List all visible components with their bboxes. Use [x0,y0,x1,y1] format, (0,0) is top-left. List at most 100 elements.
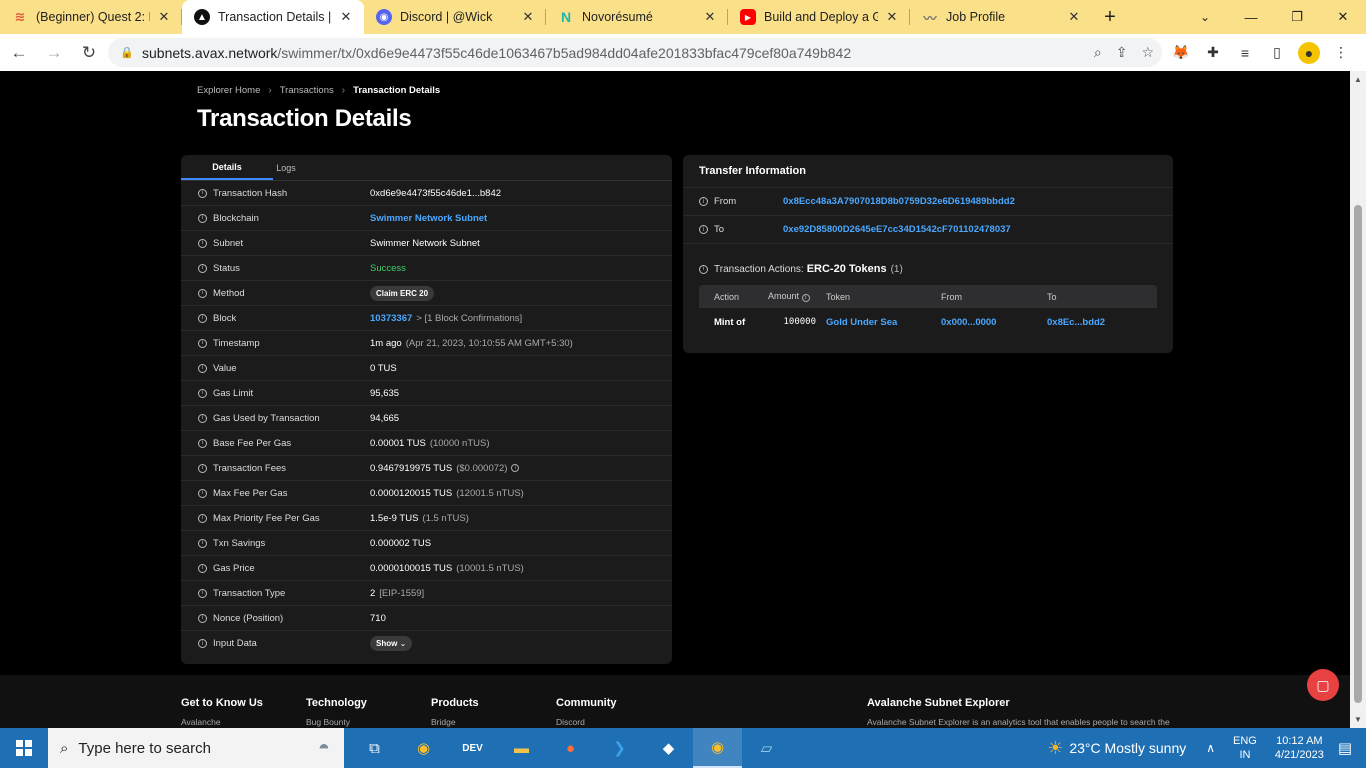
info-icon[interactable]: i [801,294,810,302]
dev-icon[interactable]: DEV [448,728,497,768]
window-close-icon[interactable]: ✕ [1320,0,1366,34]
info-icon[interactable]: i [198,188,207,198]
file-explorer-icon[interactable]: ▬ [497,728,546,768]
maximize-icon[interactable]: ❐ [1274,0,1320,34]
info-icon[interactable]: i [198,213,207,223]
info-icon[interactable]: i [198,588,207,598]
chrome-profile-icon[interactable]: ◉ [693,728,742,768]
token-link[interactable]: Gold Under Sea [826,317,941,328]
address-bar[interactable]: 🔒 subnets.avax.network/swimmer/tx/0xd6e9… [108,38,1162,67]
chat-support-button[interactable]: ▢ [1307,669,1339,701]
to-link[interactable]: 0x8Ec...bdd2 [1047,317,1147,328]
page-scrollbar[interactable]: ▲ ▼ [1350,71,1366,728]
notes-app-icon[interactable]: ▱ [742,728,791,768]
metamask-icon[interactable]: 🦊 [1170,42,1192,64]
bookmark-star-icon[interactable]: ☆ [1141,44,1154,61]
breadcrumb: Explorer Home › Transactions › Transacti… [197,85,440,96]
row-blockchain: i Blockchain Swimmer Network Subnet [181,206,672,231]
close-icon[interactable]: ✕ [1066,9,1082,25]
field-label: Gas Price [213,562,255,574]
tab-transaction-details[interactable]: ▲ Transaction Details | A ✕ [182,0,364,34]
field-label: Blockchain [213,212,259,224]
info-icon[interactable]: i [198,488,207,498]
info-icon[interactable]: i [198,563,207,573]
info-icon[interactable]: i [699,264,708,274]
postman-icon[interactable]: ● [546,728,595,768]
tab-novoresume[interactable]: N Novorésumé ✕ [546,0,728,34]
info-icon[interactable]: i [198,363,207,373]
profile-avatar[interactable]: ● [1298,41,1320,64]
taskbar-search-input[interactable]: ⌕ Type here to search ◓ [48,728,344,768]
tab-youtube[interactable]: ▶ Build and Deploy a Go ✕ [728,0,910,34]
minimize-icon[interactable]: — [1228,0,1274,34]
row-max-fee: i Max Fee Per Gas 0.0000120015 TUS (12001.… [181,481,672,506]
menu-kebab-icon[interactable]: ⋮ [1330,42,1352,64]
footer-link[interactable]: Bug Bounty [306,717,367,727]
close-icon[interactable]: ✕ [156,9,172,25]
show-input-button[interactable]: Show ⌄ [370,636,413,651]
reload-icon[interactable]: ↻ [73,37,105,69]
info-icon[interactable]: i [198,513,207,523]
windows-start-icon[interactable] [0,728,48,768]
info-icon[interactable]: i [198,313,207,323]
close-icon[interactable]: ✕ [702,9,718,25]
tab-search-icon[interactable]: ⌄ [1188,0,1222,34]
info-icon[interactable]: i [511,464,520,472]
scroll-up-icon[interactable]: ▲ [1354,75,1362,84]
media-queue-icon[interactable]: ≡ [1234,42,1256,64]
from-address-link[interactable]: 0x8Ecc48a3A7907018D8b0759D32e6D619489bbd… [783,196,1015,207]
breadcrumb-transactions[interactable]: Transactions [280,85,334,96]
info-icon[interactable]: i [198,238,207,248]
chevron-down-icon: ⌄ [399,639,407,648]
close-icon[interactable]: ✕ [884,9,900,25]
info-icon[interactable]: i [198,338,207,348]
lock-icon[interactable]: 🔒 [120,46,134,59]
footer-link[interactable]: Discord [556,717,617,727]
extensions-puzzle-icon[interactable]: ✚ [1202,42,1224,64]
info-icon[interactable]: i [198,263,207,273]
info-icon[interactable]: i [699,197,708,206]
tab-job-profile[interactable]: 〰 Job Profile ✕ [910,0,1092,34]
info-icon[interactable]: i [198,639,207,648]
footer-link[interactable]: Avalanche [181,717,263,727]
close-icon[interactable]: ✕ [520,9,536,25]
clock[interactable]: 10:12 AM 4/21/2023 [1275,734,1324,762]
tab-quest[interactable]: ≋ (Beginner) Quest 2: Int ✕ [0,0,182,34]
info-icon[interactable]: i [198,288,207,298]
info-icon[interactable]: i [198,613,207,623]
footer-link[interactable]: Bridge [431,717,479,727]
side-panel-icon[interactable]: ▯ [1266,42,1288,64]
tab-logs[interactable]: Logs [273,155,299,180]
scroll-down-icon[interactable]: ▼ [1354,715,1362,724]
info-icon[interactable]: i [699,225,708,234]
chevron-up-icon[interactable]: ∧ [1206,741,1215,755]
info-icon[interactable]: i [198,388,207,398]
to-address-link[interactable]: 0xe92D85800D2645eE7cc34D1542cF7011024780… [783,224,1011,235]
forward-icon[interactable]: → [38,37,70,69]
block-link[interactable]: 10373367 [370,313,412,324]
info-icon[interactable]: i [198,438,207,448]
chrome-icon[interactable]: ◉ [399,728,448,768]
info-icon[interactable]: i [198,413,207,423]
zoom-icon[interactable]: ⌕ [1094,44,1102,61]
scrollbar-thumb[interactable] [1354,205,1362,703]
blockchain-link[interactable]: Swimmer Network Subnet [370,213,487,224]
app-cube-icon[interactable]: ◆ [644,728,693,768]
tab-discord[interactable]: ◉ Discord | @Wick ✕ [364,0,546,34]
weather-widget[interactable]: ☀ 23°C Mostly sunny [1047,738,1186,759]
from-link[interactable]: 0x000...0000 [941,317,1047,328]
language-indicator[interactable]: ENG IN [1233,734,1257,762]
back-icon[interactable]: ← [3,37,35,69]
info-icon[interactable]: i [198,463,207,473]
new-tab-button[interactable]: + [1092,0,1128,34]
url-text: subnets.avax.network/swimmer/tx/0xd6e9e4… [142,44,852,61]
breadcrumb-home[interactable]: Explorer Home [197,85,260,96]
share-icon[interactable]: ⇪ [1116,44,1128,61]
row-block: i Block 10373367 > [1 Block Confirmations] [181,306,672,331]
task-view-icon[interactable]: ⧉ [350,728,399,768]
tab-details[interactable]: Details [181,155,273,180]
close-icon[interactable]: ✕ [338,9,354,25]
info-icon[interactable]: i [198,538,207,548]
notification-icon[interactable]: ▤ [1338,739,1352,757]
vscode-icon[interactable]: ❯ [595,728,644,768]
